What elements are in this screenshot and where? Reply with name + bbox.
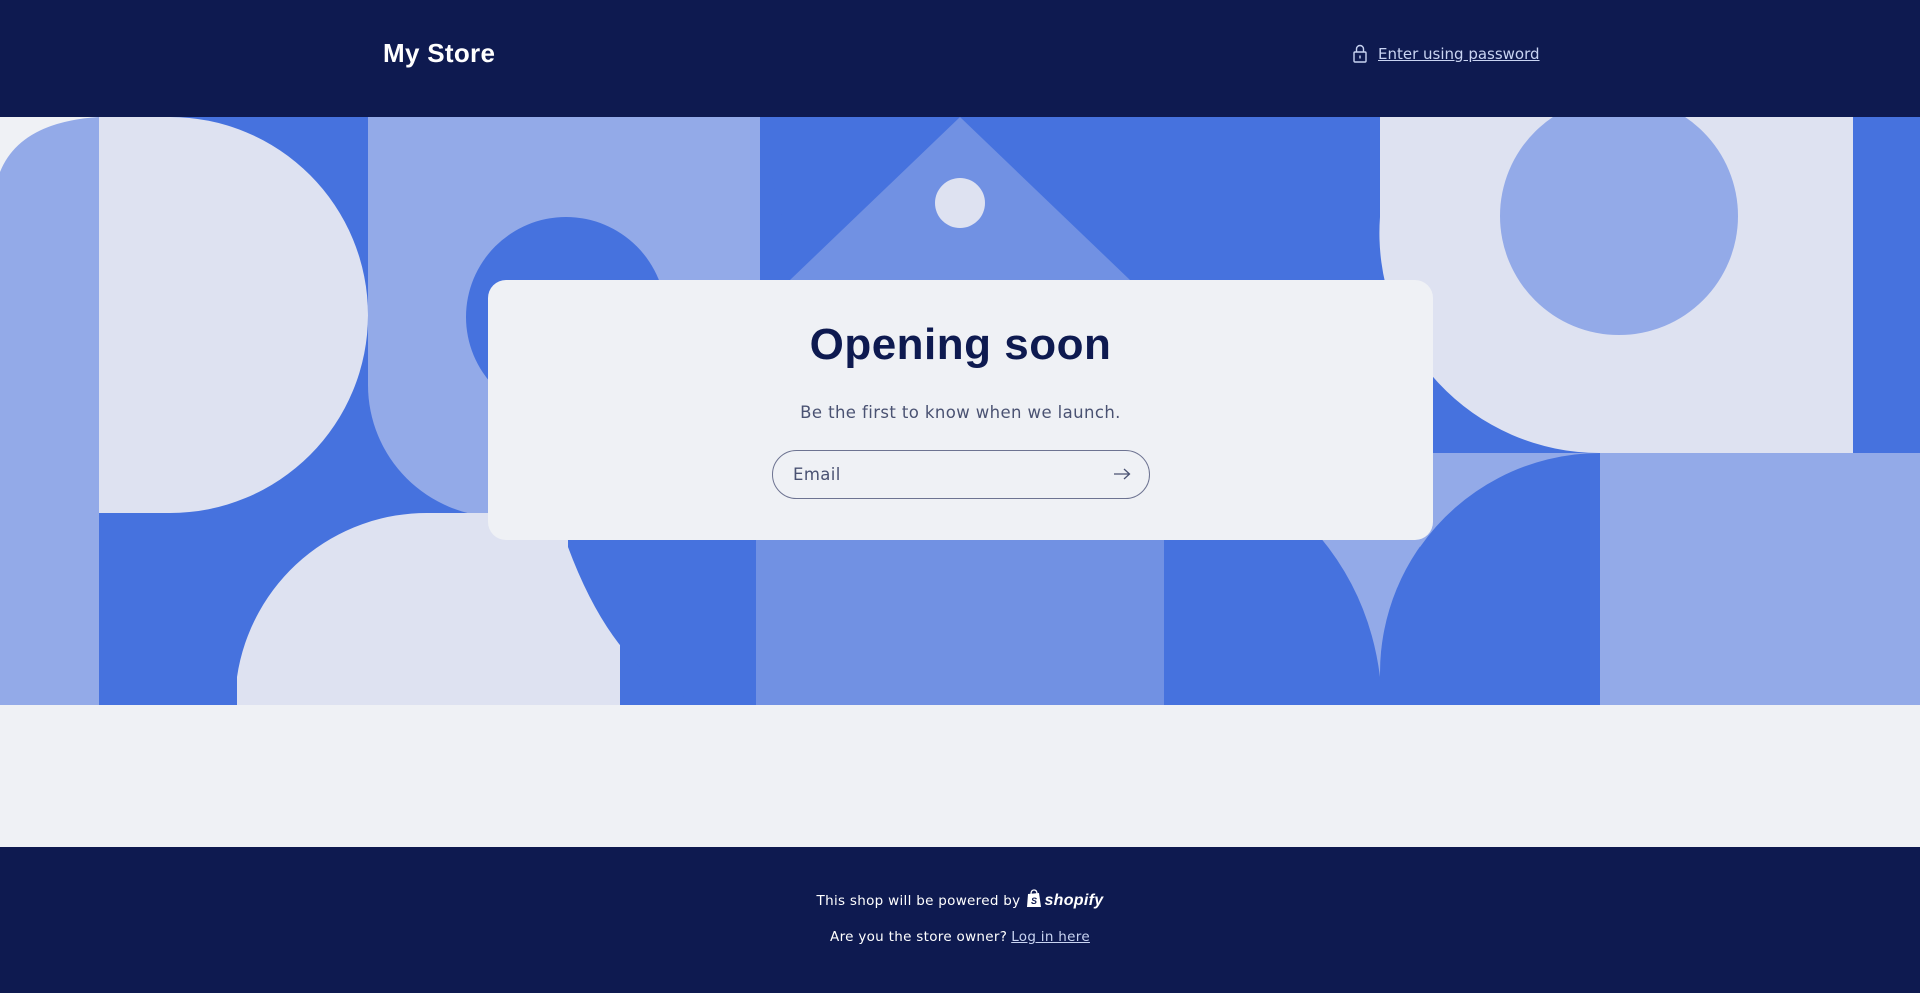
store-footer: This shop will be powered by S shopify A… — [0, 847, 1920, 993]
lock-icon — [1352, 44, 1368, 63]
store-header: My Store Enter using password — [0, 0, 1920, 117]
subscribe-button[interactable] — [1103, 456, 1141, 494]
enter-password-label[interactable]: Enter using password — [1378, 45, 1540, 63]
login-link[interactable]: Log in here — [1011, 929, 1090, 945]
opening-soon-card: Opening soon Be the first to know when w… — [488, 280, 1433, 540]
newsletter-form — [772, 450, 1150, 499]
shopify-bag-icon: S — [1026, 889, 1042, 913]
shopify-logo[interactable]: S shopify — [1026, 889, 1103, 913]
store-name[interactable]: My Store — [383, 38, 495, 69]
hero-banner: Opening soon Be the first to know when w… — [0, 117, 1920, 705]
owner-question: Are you the store owner? — [830, 929, 1008, 945]
svg-text:S: S — [1031, 896, 1037, 906]
enter-password-link[interactable]: Enter using password — [1352, 44, 1540, 63]
email-input[interactable] — [793, 451, 1093, 498]
powered-by-text: This shop will be powered by — [816, 893, 1021, 909]
launch-subtitle: Be the first to know when we launch. — [800, 403, 1121, 422]
shopify-logo-text: shopify — [1044, 892, 1104, 909]
page-title: Opening soon — [809, 320, 1112, 369]
arrow-right-icon — [1113, 468, 1131, 483]
store-owner-line: Are you the store owner? Log in here — [0, 929, 1920, 945]
powered-by-line: This shop will be powered by S shopify — [0, 889, 1920, 913]
